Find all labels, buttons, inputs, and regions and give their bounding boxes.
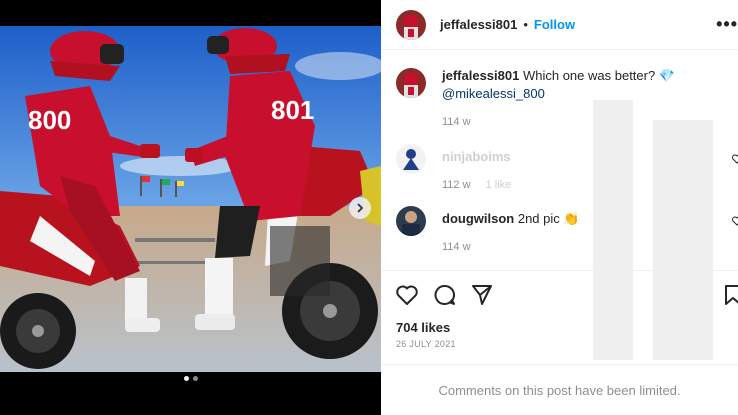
- comment-meta: 114 w: [442, 238, 732, 256]
- heart-icon[interactable]: [395, 283, 419, 307]
- author-avatar[interactable]: [396, 9, 426, 40]
- header-separator: •: [523, 17, 528, 32]
- caption-text: Which one was better?: [522, 68, 656, 83]
- post-photo[interactable]: 800 801: [0, 26, 381, 372]
- chevron-right-icon: [357, 203, 364, 213]
- instagram-post-modal: 800 801 jeffalessi801 • Follow ••• jeffa…: [0, 0, 738, 415]
- clap-emoji: 👏: [563, 211, 580, 226]
- author-username[interactable]: jeffalessi801: [440, 17, 517, 32]
- caption-mention[interactable]: @mikealessi_800: [442, 85, 732, 103]
- post-date[interactable]: 26 JULY 2021: [396, 339, 456, 349]
- caption-age: 114 w: [442, 116, 471, 128]
- caption-meta: 114 w: [442, 113, 732, 131]
- comment-item: dougwilson 2nd pic 👏 114 w: [396, 206, 738, 253]
- comment-username[interactable]: ninjaboims: [442, 149, 511, 164]
- comment-text: 2nd pic: [517, 211, 560, 226]
- follow-button[interactable]: Follow: [534, 17, 575, 32]
- comment-meta: 112 w 1 like: [442, 176, 732, 194]
- comment-body: dougwilson 2nd pic 👏 114 w: [442, 210, 732, 256]
- post-actions-bar: [381, 270, 738, 318]
- caption-avatar[interactable]: [396, 68, 426, 98]
- caption-item: jeffalessi801 Which one was better? 💎 @m…: [396, 68, 736, 128]
- comment-username[interactable]: dougwilson: [442, 211, 514, 226]
- likes-count[interactable]: 704 likes: [396, 320, 450, 335]
- post-side-panel: jeffalessi801 • Follow ••• jeffalessi801…: [381, 0, 738, 415]
- comment-body: ninjaboims 112 w 1 like: [442, 148, 732, 194]
- heart-icon[interactable]: [732, 216, 738, 226]
- post-header: jeffalessi801 • Follow •••: [381, 0, 738, 50]
- commenter-avatar[interactable]: [396, 144, 426, 174]
- diamond-emoji: 💎: [658, 68, 676, 83]
- post-media-area: 800 801: [0, 0, 381, 415]
- commenter-avatar[interactable]: [396, 206, 426, 236]
- rider-right-number: 801: [271, 95, 314, 125]
- caption-body: jeffalessi801 Which one was better? 💎 @m…: [442, 67, 732, 131]
- carousel-dot-1: [183, 376, 189, 381]
- carousel-next-button[interactable]: [349, 197, 371, 219]
- comment-age: 114 w: [442, 241, 471, 253]
- comments-list: jeffalessi801 Which one was better? 💎 @m…: [381, 58, 738, 268]
- comment-item: ninjaboims 112 w 1 like: [396, 144, 738, 191]
- comment-likes[interactable]: 1 like: [486, 179, 512, 191]
- carousel-indicator: [0, 376, 381, 381]
- more-options-icon[interactable]: •••: [716, 14, 738, 35]
- carousel-dot-2: [192, 376, 198, 381]
- bookmark-icon[interactable]: [721, 283, 738, 307]
- comment-age: 112 w: [442, 179, 471, 191]
- rider-left-number: 800: [28, 105, 71, 135]
- comment-icon[interactable]: [433, 283, 457, 307]
- comments-limited-notice: Comments on this post have been limited.: [381, 364, 738, 415]
- heart-icon[interactable]: [732, 154, 738, 164]
- share-icon[interactable]: [470, 283, 494, 307]
- caption-username[interactable]: jeffalessi801: [442, 68, 519, 83]
